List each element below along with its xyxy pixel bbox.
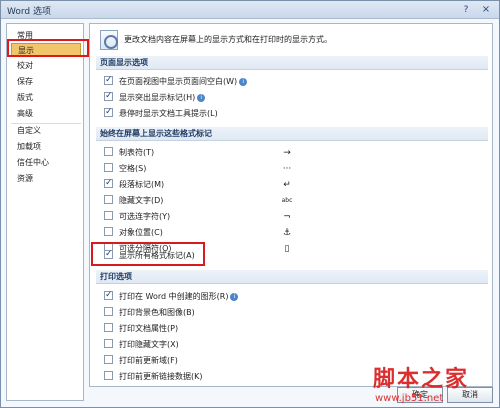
checkbox[interactable] [104, 105, 113, 119]
section-printing: 打印选项 [96, 270, 488, 284]
tab-arrow-icon: → [283, 148, 291, 158]
word-options-dialog: Word 选项 ? × 常用 显示 校对 保存 版式 高级 自定义 加载项 信任… [0, 0, 500, 408]
checkbox[interactable] [104, 147, 113, 156]
option-show-highlighter[interactable]: 显示突出显示标记(H)i [104, 89, 206, 105]
checkbox[interactable] [104, 227, 113, 236]
window-title: Word 选项 [7, 7, 51, 17]
sidebar-item-customize[interactable]: 自定义 [11, 124, 81, 138]
checkbox[interactable] [104, 195, 113, 204]
option-print-hidden-text[interactable]: 打印隐藏文字(X) [104, 338, 179, 352]
show-all-marks-highlight-box [91, 242, 205, 266]
section-formatting-marks: 始终在屏幕上显示这些格式标记 [96, 127, 488, 141]
checkbox[interactable] [104, 307, 113, 316]
option-hidden-text[interactable]: 隐藏文字(D) abc [104, 194, 304, 208]
option-show-tooltips[interactable]: 悬停时显示文档工具提示(L) [104, 105, 218, 121]
space-dots-icon: ··· [282, 164, 292, 174]
watermark-logo: 脚本之家 [373, 366, 470, 392]
option-paragraph-marks[interactable]: 段落标记(M)↵ [104, 176, 304, 192]
hidden-text-icon: abc [281, 197, 293, 204]
option-print-properties[interactable]: 打印文档属性(P) [104, 322, 178, 336]
selection-highlight-box [7, 39, 89, 57]
close-button[interactable]: × [479, 4, 493, 16]
checkbox[interactable] [104, 176, 113, 190]
checkbox[interactable] [104, 73, 113, 87]
checkbox[interactable] [104, 163, 113, 172]
hyphen-mark-icon: ¬ [283, 212, 291, 222]
option-object-anchors[interactable]: 对象位置(C) ⚓ [104, 226, 304, 240]
watermark-url: www.jb51.net [375, 393, 444, 404]
option-print-background[interactable]: 打印背景色和图像(B) [104, 306, 195, 320]
option-update-links[interactable]: 打印前更新链接数据(K) [104, 370, 203, 384]
sidebar-item-trust-center[interactable]: 信任中心 [11, 156, 81, 170]
display-magnifier-icon [100, 30, 118, 50]
checkbox[interactable] [104, 89, 113, 103]
section-page-display: 页面显示选项 [96, 56, 488, 70]
info-icon[interactable]: i [197, 94, 206, 102]
option-show-whitespace[interactable]: 在页面视图中显示页面间空白(W)i [104, 73, 248, 89]
help-button[interactable]: ? [459, 4, 473, 16]
option-optional-hyphens[interactable]: 可选连字符(Y) ¬ [104, 210, 304, 224]
info-icon[interactable]: i [230, 293, 239, 301]
sidebar-item-save[interactable]: 保存 [11, 75, 81, 89]
sidebar-item-add-ins[interactable]: 加载项 [11, 140, 81, 154]
sidebar-item-layout[interactable]: 版式 [11, 91, 81, 105]
anchor-icon: ⚓ [282, 228, 292, 238]
sidebar-item-resources[interactable]: 资源 [11, 172, 81, 186]
checkbox[interactable] [104, 355, 113, 364]
options-sidebar: 常用 显示 校对 保存 版式 高级 自定义 加载项 信任中心 资源 [6, 23, 84, 401]
paragraph-mark-icon: ↵ [283, 180, 291, 190]
sidebar-item-proofing[interactable]: 校对 [11, 59, 81, 73]
break-mark-icon: ▯ [284, 244, 290, 254]
checkbox[interactable] [104, 339, 113, 348]
checkbox[interactable] [104, 211, 113, 220]
option-spaces[interactable]: 空格(S) ··· [104, 162, 304, 176]
checkbox[interactable] [104, 371, 113, 380]
option-tab-characters[interactable]: 制表符(T) → [104, 146, 304, 160]
info-icon[interactable]: i [239, 78, 248, 86]
display-options-panel: 更改文档内容在屏幕上的显示方式和在打印时的显示方式。 页面显示选项 在页面视图中… [89, 23, 493, 387]
title-bar: Word 选项 ? × [1, 1, 499, 19]
panel-description: 更改文档内容在屏幕上的显示方式和在打印时的显示方式。 [124, 35, 332, 44]
option-update-fields[interactable]: 打印前更新域(F) [104, 354, 178, 368]
checkbox[interactable] [104, 288, 113, 302]
sidebar-item-advanced[interactable]: 高级 [11, 107, 81, 121]
option-print-drawings[interactable]: 打印在 Word 中创建的图形(R)i [104, 288, 239, 304]
checkbox[interactable] [104, 323, 113, 332]
